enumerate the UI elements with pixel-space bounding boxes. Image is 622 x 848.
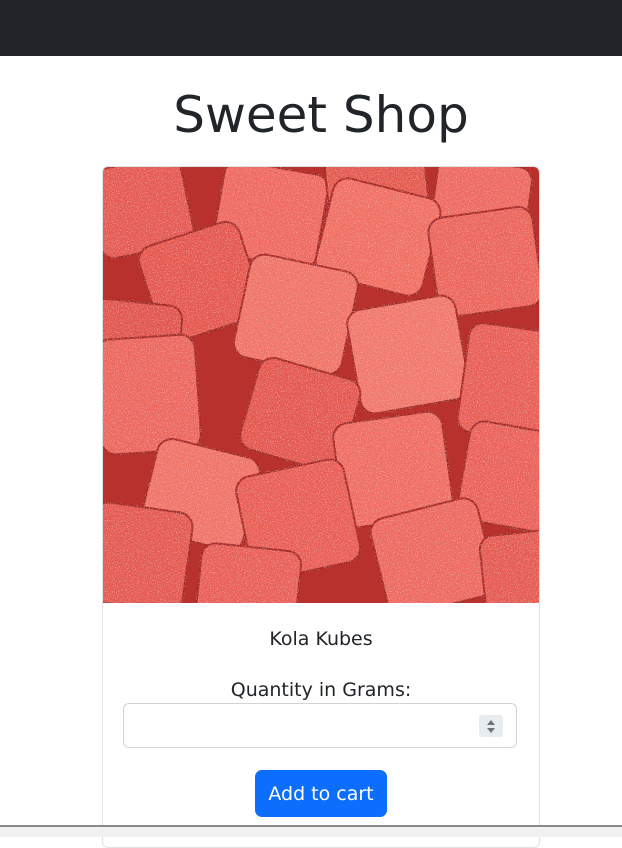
- quantity-stepper[interactable]: [479, 715, 503, 737]
- quantity-input[interactable]: [123, 703, 517, 748]
- product-card: Kola Kubes Quantity in Grams: Add to car…: [102, 166, 540, 848]
- product-name: Kola Kubes: [269, 628, 373, 650]
- quantity-label: Quantity in Grams:: [230, 679, 412, 701]
- top-navbar: [0, 0, 622, 56]
- chevron-down-icon[interactable]: [487, 727, 495, 733]
- add-to-cart-button[interactable]: Add to cart: [255, 770, 387, 817]
- page-title: Sweet Shop: [173, 86, 469, 144]
- chevron-up-icon[interactable]: [487, 719, 495, 725]
- product-image: [103, 167, 539, 603]
- window-bottom-edge: [0, 825, 622, 837]
